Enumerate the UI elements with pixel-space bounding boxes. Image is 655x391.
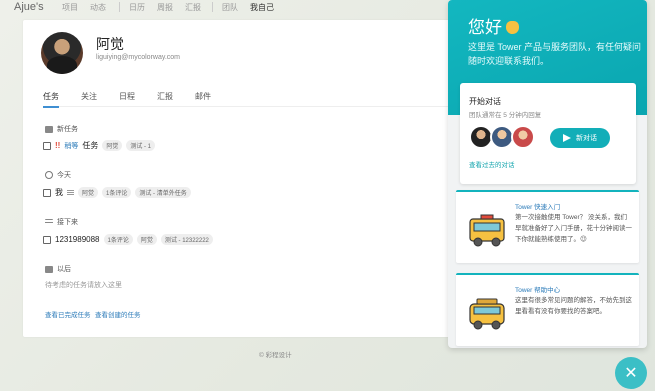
close-panel-button[interactable]: ✕ <box>615 357 647 389</box>
article-body: 第一次接触使用 Tower？ 没关系，我们早就准备好了入门手册，花十分钟阅读一下… <box>515 214 632 243</box>
footer-copyright: © 彩程设计 <box>259 352 292 359</box>
section-upcoming-label: 接下来 <box>57 219 78 226</box>
later-empty-hint: 待考虑的任务请放入这里 <box>45 282 122 289</box>
task-tag[interactable]: 测试 - 12322222 <box>160 234 213 245</box>
archive-icon <box>45 265 53 273</box>
task-row[interactable]: !! 稍等 任务 阿觉 测试 - 1 <box>43 140 156 151</box>
inbox-icon <box>45 125 53 133</box>
send-icon <box>563 134 571 142</box>
profile-tabs: 任务 关注 日程 汇报 邮件 <box>43 91 458 108</box>
article-body: 这里有很多常见问题的解答，不妨先到这里看看有没有你要找的答案吧。 <box>515 297 632 315</box>
article-quickstart[interactable]: Tower 快速入门 第一次接触使用 Tower？ 没关系，我们早就准备好了入门… <box>456 190 639 263</box>
task-row[interactable]: 我 阿觉 1条评论 测试 - 清单外任务 <box>43 187 191 198</box>
nav-myself[interactable]: 我自己 <box>250 2 274 13</box>
tab-email[interactable]: 邮件 <box>195 91 211 106</box>
task-tag[interactable]: 阿觉 <box>78 187 99 198</box>
brand-name[interactable]: Ajue's <box>14 1 44 13</box>
article-help-center[interactable]: Tower 帮助中心 这里有很多常见问题的解答，不妨先到这里看看有没有你要找的答… <box>456 273 639 346</box>
tab-reports[interactable]: 汇报 <box>157 91 173 106</box>
task-title[interactable]: 1231989088 <box>55 235 100 244</box>
article-title[interactable]: Tower 快速入门 <box>515 201 560 211</box>
description-icon <box>67 190 74 195</box>
bus-icon <box>469 214 505 247</box>
tab-tasks[interactable]: 任务 <box>43 91 59 108</box>
task-title[interactable]: 任务 <box>82 140 98 151</box>
task-tag[interactable]: 阿觉 <box>136 234 157 245</box>
profile-card: 阿觉 liguiying@mycolorway.com 任务 关注 日程 汇报 … <box>23 20 458 337</box>
conversation-card: 开始对话 团队通常在 5 分钟内回复 新对话 查看过去的对话 <box>460 83 636 184</box>
task-tag[interactable]: 测试 - 清单外任务 <box>135 187 191 198</box>
waving-hand-icon <box>506 21 519 34</box>
profile-name: 阿觉 <box>96 36 124 52</box>
section-today: 今天 <box>45 170 71 180</box>
nav-activity[interactable]: 动态 <box>90 2 106 13</box>
task-tag[interactable]: 1条评论 <box>103 234 133 245</box>
sun-icon <box>45 171 53 179</box>
task-checkbox[interactable] <box>43 188 51 197</box>
section-upcoming: 接下来 <box>45 217 78 227</box>
nav-team[interactable]: 团队 <box>222 2 238 13</box>
section-later-label: 以后 <box>57 266 71 273</box>
past-conversations-link[interactable]: 查看过去的对话 <box>469 159 515 169</box>
tab-schedule[interactable]: 日程 <box>119 91 135 106</box>
section-today-label: 今天 <box>57 172 71 179</box>
team-avatar <box>511 125 535 149</box>
avatar[interactable] <box>41 32 83 74</box>
nav-weekly[interactable]: 周报 <box>157 2 173 13</box>
nav-divider <box>119 2 120 12</box>
conversation-subtitle: 团队通常在 5 分钟内回复 <box>469 112 542 119</box>
panel-greeting: 您好 <box>468 13 519 38</box>
view-completed-link[interactable]: 查看已完成任务 <box>45 309 91 319</box>
nav-calendar[interactable]: 日历 <box>129 2 145 13</box>
nav-projects[interactable]: 项目 <box>62 2 78 13</box>
article-title[interactable]: Tower 帮助中心 <box>515 284 560 294</box>
nav-reports[interactable]: 汇报 <box>185 2 201 13</box>
top-nav: Ajue's 项目 动态 日历 周报 汇报 团队 我自己 <box>0 0 460 16</box>
view-created-link[interactable]: 查看创建的任务 <box>95 309 141 319</box>
profile-email: liguiying@mycolorway.com <box>96 54 180 61</box>
task-checkbox[interactable] <box>43 235 51 244</box>
panel-subtitle: 这里是 Tower 产品与服务团队，有任何疑问随时欢迎联系我们。 <box>468 42 642 66</box>
support-panel: 您好 这里是 Tower 产品与服务团队，有任何疑问随时欢迎联系我们。 开始对话… <box>448 0 647 348</box>
task-tag[interactable]: 测试 - 1 <box>126 140 156 151</box>
section-later: 以后 <box>45 264 71 274</box>
task-tag[interactable]: 阿觉 <box>102 140 123 151</box>
section-new: 新任务 <box>45 124 78 134</box>
list-icon <box>45 219 53 225</box>
task-title[interactable]: 我 <box>55 187 63 198</box>
tab-following[interactable]: 关注 <box>81 91 97 106</box>
new-conversation-button[interactable]: 新对话 <box>550 128 610 148</box>
task-checkbox[interactable] <box>43 141 51 150</box>
section-new-label: 新任务 <box>57 126 78 133</box>
nav-divider <box>212 2 213 12</box>
bus-icon <box>469 298 505 330</box>
urgent-marker: !! <box>55 141 61 150</box>
conversation-title: 开始对话 <box>469 97 501 106</box>
close-icon: ✕ <box>624 365 638 382</box>
task-category[interactable]: 稍等 <box>64 141 78 151</box>
task-tag[interactable]: 1条评论 <box>102 187 132 198</box>
task-row[interactable]: 1231989088 1条评论 阿觉 测试 - 12322222 <box>43 234 213 245</box>
